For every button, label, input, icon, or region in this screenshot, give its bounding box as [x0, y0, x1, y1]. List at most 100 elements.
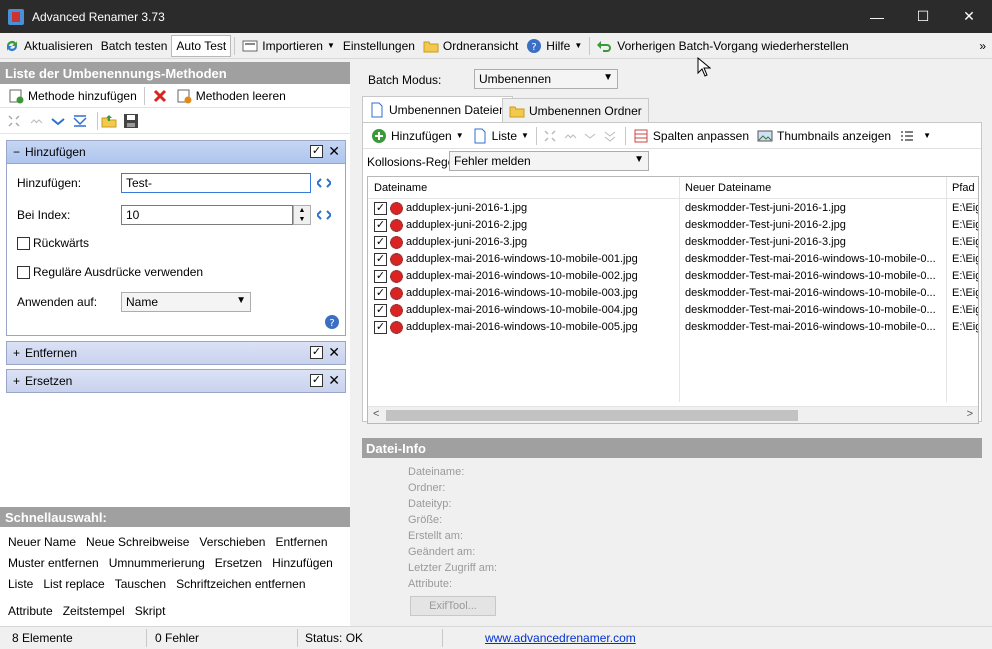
collapse-all-icon[interactable]: [6, 113, 22, 129]
quick-new-name[interactable]: Neuer Name: [8, 535, 76, 549]
quick-move[interactable]: Verschieben: [199, 535, 265, 549]
settings-button[interactable]: Einstellungen: [339, 35, 419, 57]
tag-insert-icon[interactable]: [317, 210, 331, 220]
quick-remove[interactable]: Entfernen: [275, 535, 327, 549]
view-options-menu[interactable]: ▼: [895, 125, 935, 147]
save-icon[interactable]: [123, 113, 139, 129]
method-remove-header[interactable]: + Entfernen ✓ ✕: [7, 342, 345, 364]
method-replace-header[interactable]: + Ersetzen ✓ ✕: [7, 370, 345, 392]
expand-toggle[interactable]: +: [13, 346, 25, 360]
exiftool-button[interactable]: ExifTool...: [410, 596, 496, 616]
panel-splitter[interactable]: [350, 62, 358, 626]
method-add-enabled-checkbox[interactable]: ✓: [310, 145, 323, 158]
help-icon[interactable]: ?: [324, 314, 340, 330]
chevron-down-icon: ▼: [521, 131, 529, 140]
scrollbar-thumb[interactable]: [386, 410, 798, 421]
import-menu[interactable]: Importieren ▼: [238, 35, 339, 57]
tag-insert-icon[interactable]: [317, 178, 331, 188]
quick-script[interactable]: Skript: [135, 604, 166, 618]
table-row[interactable]: ✓ adduplex-mai-2016-windows-10-mobile-00…: [368, 302, 978, 319]
row-checkbox[interactable]: ✓: [374, 321, 387, 334]
quick-swap[interactable]: Tauschen: [115, 577, 166, 591]
add-files-menu[interactable]: Hinzufügen ▼: [367, 125, 468, 147]
row-checkbox[interactable]: ✓: [374, 236, 387, 249]
collapse-all-icon[interactable]: [542, 128, 558, 144]
help-menu[interactable]: ? Hilfe ▼: [522, 35, 586, 57]
clear-methods-button[interactable]: Methoden leeren: [172, 85, 290, 107]
table-row[interactable]: ✓ adduplex-mai-2016-windows-10-mobile-00…: [368, 285, 978, 302]
open-preset-icon[interactable]: [101, 113, 117, 129]
table-row[interactable]: ✓ adduplex-mai-2016-windows-10-mobile-00…: [368, 319, 978, 336]
list-menu[interactable]: Liste ▼: [468, 125, 533, 147]
batch-mode-select[interactable]: Umbenennen ▼: [474, 69, 618, 89]
method-add-header[interactable]: − Hinzufügen ✓ ✕: [7, 141, 345, 163]
tab-rename-folders[interactable]: Umbenennen Ordner: [502, 98, 649, 122]
quick-remove-pattern[interactable]: Muster entfernen: [8, 556, 99, 570]
scroll-left-icon[interactable]: <: [373, 408, 379, 420]
move-bottom-icon[interactable]: [602, 128, 618, 144]
maximize-button[interactable]: ☐: [900, 0, 946, 33]
quick-new-case[interactable]: Neue Schreibweise: [86, 535, 189, 549]
table-row[interactable]: ✓ adduplex-mai-2016-windows-10-mobile-00…: [368, 251, 978, 268]
row-checkbox[interactable]: ✓: [374, 304, 387, 317]
remove-method-icon[interactable]: ✕: [328, 143, 340, 160]
minimize-button[interactable]: —: [854, 0, 900, 33]
quick-attributes[interactable]: Attribute: [8, 604, 53, 618]
row-checkbox[interactable]: ✓: [374, 287, 387, 300]
table-row[interactable]: ✓ adduplex-juni-2016-2.jpg deskmodder-Te…: [368, 217, 978, 234]
regex-checkbox[interactable]: [17, 266, 30, 279]
table-row[interactable]: ✓ adduplex-juni-2016-3.jpg deskmodder-Te…: [368, 234, 978, 251]
row-checkbox[interactable]: ✓: [374, 270, 387, 283]
remove-method-icon[interactable]: ✕: [328, 372, 340, 389]
column-header-new-filename[interactable]: Neuer Dateiname: [685, 182, 771, 194]
quick-renumber[interactable]: Umnummerierung: [109, 556, 205, 570]
row-checkbox[interactable]: ✓: [374, 219, 387, 232]
remove-method-icon[interactable]: ✕: [328, 344, 340, 361]
move-down-icon[interactable]: [50, 113, 66, 129]
move-bottom-icon[interactable]: [72, 113, 88, 129]
move-up-icon[interactable]: [28, 113, 44, 129]
column-header-filename[interactable]: Dateiname: [374, 182, 427, 194]
method-remove-enabled-checkbox[interactable]: ✓: [310, 346, 323, 359]
add-method-button[interactable]: Methode hinzufügen: [4, 85, 141, 107]
restore-batch-button[interactable]: Vorherigen Batch-Vorgang wiederherstelle…: [593, 35, 852, 57]
collision-rule-select[interactable]: Fehler melden ▼: [449, 151, 649, 171]
tab-rename-files[interactable]: Umbenennen Dateien: [362, 96, 513, 122]
import-icon: [242, 40, 258, 51]
quick-replace[interactable]: Ersetzen: [215, 556, 262, 570]
table-row[interactable]: ✓ adduplex-juni-2016-1.jpg deskmodder-Te…: [368, 200, 978, 217]
move-down-icon[interactable]: [582, 128, 598, 144]
refresh-button[interactable]: Aktualisieren: [0, 35, 97, 57]
index-input[interactable]: 10: [121, 205, 293, 225]
toolbar-overflow-button[interactable]: »: [975, 35, 990, 57]
scroll-right-icon[interactable]: >: [967, 408, 973, 420]
auto-test-button[interactable]: Auto Test: [171, 34, 232, 57]
collapse-toggle[interactable]: −: [13, 145, 25, 159]
quick-add[interactable]: Hinzufügen: [272, 556, 333, 570]
column-header-path[interactable]: Pfad: [952, 182, 975, 194]
expand-toggle[interactable]: +: [13, 374, 25, 388]
quick-list-replace[interactable]: List replace: [43, 577, 104, 591]
website-link[interactable]: www.advancedrenamer.com: [485, 631, 636, 645]
quick-remove-chars[interactable]: Schriftzeichen entfernen: [176, 577, 305, 591]
table-row[interactable]: ✓ adduplex-mai-2016-windows-10-mobile-00…: [368, 268, 978, 285]
test-batch-button[interactable]: Batch testen: [97, 35, 172, 57]
quick-list[interactable]: Liste: [8, 577, 33, 591]
fit-columns-button[interactable]: Spalten anpassen: [629, 125, 753, 147]
horizontal-scrollbar[interactable]: < >: [368, 406, 978, 423]
quick-timestamp[interactable]: Zeitstempel: [63, 604, 125, 618]
row-checkbox[interactable]: ✓: [374, 253, 387, 266]
add-text-input[interactable]: Test-: [121, 173, 311, 193]
delete-icon[interactable]: [152, 88, 168, 104]
index-stepper[interactable]: ▲ ▼: [293, 205, 311, 225]
chevron-down-icon: ▼: [603, 72, 613, 83]
backwards-checkbox[interactable]: [17, 237, 30, 250]
apply-to-select[interactable]: Name ▼: [121, 292, 251, 312]
close-button[interactable]: ✕: [946, 0, 992, 33]
folder-view-button[interactable]: Ordneransicht: [419, 35, 522, 57]
row-checkbox[interactable]: ✓: [374, 202, 387, 215]
add-method-icon: [9, 89, 24, 103]
thumbnails-button[interactable]: Thumbnails anzeigen: [753, 125, 895, 147]
move-up-icon[interactable]: [562, 128, 578, 144]
method-replace-enabled-checkbox[interactable]: ✓: [310, 374, 323, 387]
